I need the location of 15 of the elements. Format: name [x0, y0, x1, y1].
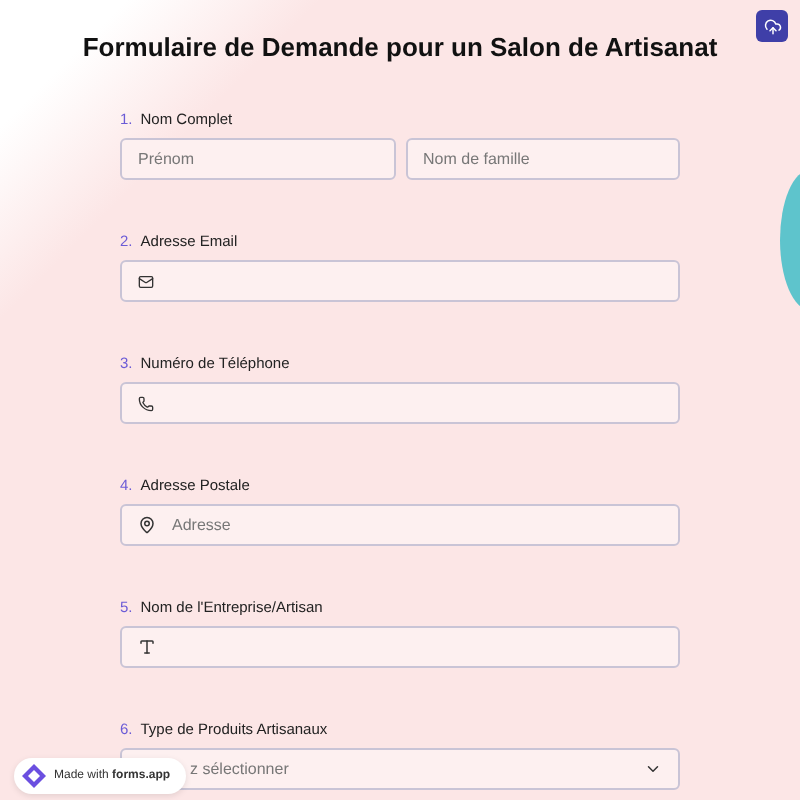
chevron-down-icon [644, 760, 662, 778]
envelope-icon [138, 273, 154, 289]
input-field[interactable]: Prénom [120, 138, 395, 180]
form-title: Formulaire de Demande pour un Salon de Artisanat [80, 30, 720, 62]
upload-button[interactable] [756, 10, 788, 42]
cloud-upload-icon [763, 17, 781, 35]
input-field[interactable]: Adresse [120, 504, 680, 546]
input-field[interactable] [120, 382, 680, 424]
text-icon [138, 638, 156, 656]
phone-icon [138, 395, 154, 411]
map-pin-icon [138, 516, 156, 534]
input-field[interactable]: Nom de famille [405, 138, 680, 180]
input-field[interactable] [120, 260, 680, 302]
input-field[interactable] [120, 626, 680, 668]
logo-icon [22, 764, 46, 788]
